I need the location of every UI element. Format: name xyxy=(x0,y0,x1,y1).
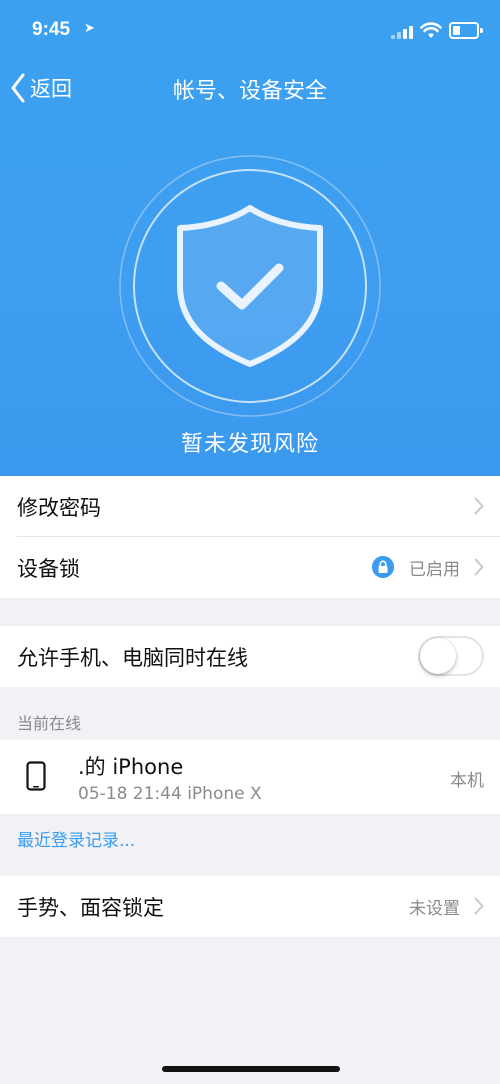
change-password-row[interactable]: 修改密码 xyxy=(0,476,500,537)
device-lock-row[interactable]: 设备锁 已启用 xyxy=(0,537,500,598)
status-time: 9:45 xyxy=(32,19,71,40)
allow-both-online-label: 允许手机、电脑同时在线 xyxy=(17,645,248,670)
shield-check-icon xyxy=(119,155,381,417)
device-lock-status: 已启用 xyxy=(409,560,460,580)
gesture-face-lock-label: 手势、面容锁定 xyxy=(17,895,164,920)
gesture-face-lock-row[interactable]: 手势、面容锁定 未设置 xyxy=(0,876,500,937)
security-settings-group: 修改密码 设备锁 已启用 xyxy=(0,476,500,598)
lock-icon xyxy=(372,556,394,578)
gesture-group: 手势、面容锁定 未设置 xyxy=(0,876,500,937)
chevron-right-icon xyxy=(474,558,484,576)
status-bar: 9:45 ➤ xyxy=(0,0,500,60)
nav-bar: 返回 帐号、设备安全 xyxy=(0,60,500,116)
device-lock-label: 设备锁 xyxy=(17,556,80,581)
device-meta: 05-18 21:44 iPhone X xyxy=(78,784,262,804)
online-settings-group: 允许手机、电脑同时在线 xyxy=(0,626,500,687)
risk-status-text: 暂未发现风险 xyxy=(180,432,319,457)
security-hero: 9:45 ➤ 返回 帐号、设备安全 暂未发现风险 xyxy=(0,0,500,476)
recent-login-link[interactable]: 最近登录记录... xyxy=(17,826,135,851)
cellular-signal-icon xyxy=(391,25,417,39)
toggle-knob xyxy=(420,638,456,674)
device-name: .的 iPhone xyxy=(78,755,184,779)
gesture-face-lock-value: 未设置 xyxy=(409,899,460,919)
allow-both-online-toggle[interactable] xyxy=(418,636,484,676)
change-password-label: 修改密码 xyxy=(17,495,101,520)
current-device-row[interactable]: .的 iPhone 05-18 21:44 iPhone X 本机 xyxy=(0,740,500,814)
battery-icon xyxy=(449,22,483,39)
chevron-right-icon xyxy=(474,497,484,515)
phone-icon xyxy=(26,761,46,791)
home-indicator[interactable] xyxy=(162,1066,340,1072)
wifi-icon xyxy=(420,22,442,38)
this-device-tag: 本机 xyxy=(450,771,484,791)
current-online-caption: 当前在线 xyxy=(17,714,82,733)
location-arrow-icon: ➤ xyxy=(84,21,95,36)
chevron-right-icon xyxy=(474,897,484,915)
page-title: 帐号、设备安全 xyxy=(172,79,327,104)
allow-both-online-row: 允许手机、电脑同时在线 xyxy=(0,626,500,687)
